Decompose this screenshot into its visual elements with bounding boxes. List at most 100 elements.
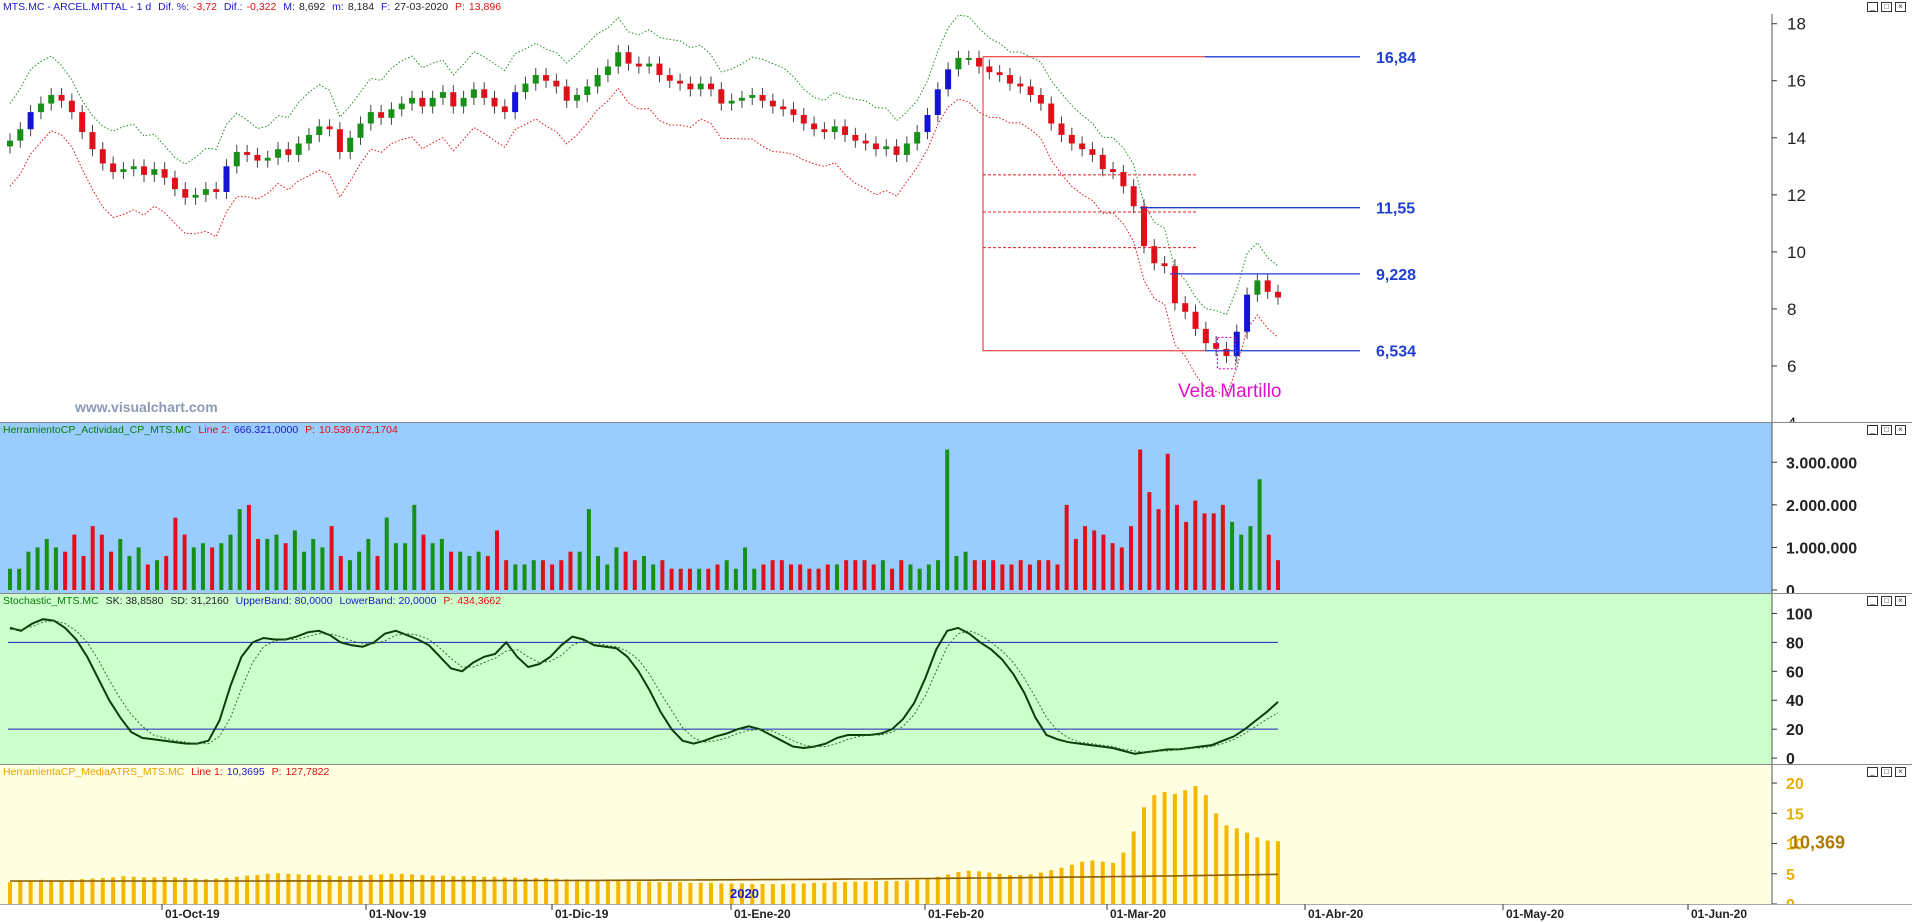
candle-body xyxy=(543,75,550,81)
volume-bar xyxy=(72,534,77,590)
atr-bar xyxy=(595,880,600,904)
atr-pane[interactable]: HerramientaCP_MediaATRS_MTS.MC Line 1: 10… xyxy=(0,765,1912,904)
volume-bar xyxy=(706,568,711,590)
atr-bar xyxy=(69,879,74,904)
volume-bar xyxy=(954,555,959,590)
atr-bar xyxy=(544,877,549,904)
lower-band-line xyxy=(9,87,1279,396)
minimize-icon[interactable]: _ xyxy=(1867,596,1878,606)
maximize-icon[interactable]: □ xyxy=(1881,596,1892,606)
candle-body xyxy=(120,169,127,173)
date-tick-label: 01-Nov-19 xyxy=(369,907,427,921)
minimize-icon[interactable]: _ xyxy=(1867,425,1878,435)
candle-body xyxy=(1079,143,1086,150)
close-icon[interactable]: × xyxy=(1895,596,1906,606)
volume-bar xyxy=(789,564,794,590)
date-tick-label: 01-Mar-20 xyxy=(1110,907,1166,921)
candle-body xyxy=(563,86,570,101)
price-pane[interactable]: MTS.MC - ARCEL.MITTAL - 1 d Dif. %: -3,72… xyxy=(0,0,1912,423)
atr-bar xyxy=(1049,870,1054,904)
atr-bar xyxy=(100,877,105,904)
candle-body xyxy=(1244,294,1251,332)
candle-body xyxy=(800,114,807,124)
atr-bar xyxy=(306,874,311,904)
level-label: 9,228 xyxy=(1376,267,1416,284)
candle-body xyxy=(130,166,137,170)
candle-body xyxy=(1110,169,1117,173)
price-tick-label: 12 xyxy=(1787,186,1806,205)
candle-body xyxy=(914,132,921,144)
atr-bar xyxy=(1234,828,1239,904)
candle-body xyxy=(7,140,13,147)
stoch-tick-label: 60 xyxy=(1786,664,1804,681)
candle-body xyxy=(893,146,900,155)
candle-body xyxy=(1264,280,1271,292)
volume-bar xyxy=(917,568,922,590)
volume-bar xyxy=(1018,560,1023,590)
volume-pane[interactable]: HerramientoCP_Actividad_CP_MTS.MC Line 2… xyxy=(0,423,1912,594)
candle-body xyxy=(656,63,663,76)
atr-bar xyxy=(1131,831,1136,904)
close-icon[interactable]: × xyxy=(1895,425,1906,435)
candle-body xyxy=(378,112,385,118)
atr-bar xyxy=(245,875,250,904)
candle-body xyxy=(625,52,632,64)
price-window-buttons: _ □ × xyxy=(1864,1,1906,12)
minimize-icon[interactable]: _ xyxy=(1867,2,1878,12)
candle-body xyxy=(532,75,539,84)
maximize-icon[interactable]: □ xyxy=(1881,2,1892,12)
atr-bar xyxy=(853,881,858,904)
candle-body xyxy=(1130,186,1137,207)
candle-body xyxy=(481,89,488,98)
atr-chart: 0510152010,3692020 xyxy=(8,765,1912,904)
atr-bar xyxy=(399,873,404,904)
close-icon[interactable]: × xyxy=(1895,2,1906,12)
maximize-icon[interactable]: □ xyxy=(1881,425,1892,435)
minimize-icon[interactable]: _ xyxy=(1867,767,1878,777)
atr-bar xyxy=(410,874,415,904)
volume-bar xyxy=(761,564,766,590)
volume-bar xyxy=(467,555,472,590)
volume-window-buttons: _ □ × xyxy=(1864,424,1906,435)
volume-bar xyxy=(1165,453,1170,590)
volume-bar xyxy=(687,568,692,590)
volume-bar xyxy=(568,551,573,590)
atr-bar xyxy=(667,882,672,904)
candle-body xyxy=(708,83,715,90)
volume-bar xyxy=(642,555,646,590)
level-label: 11,55 xyxy=(1376,201,1415,218)
volume-bar xyxy=(347,560,352,590)
candle-body xyxy=(192,194,199,198)
atr-bar xyxy=(379,874,384,904)
close-icon[interactable]: × xyxy=(1895,767,1906,777)
volume-bar xyxy=(366,538,371,590)
maximize-icon[interactable]: □ xyxy=(1881,767,1892,777)
volume-bar xyxy=(605,564,610,590)
volume-bar xyxy=(1037,560,1042,590)
volume-bar xyxy=(237,509,242,590)
volume-bar xyxy=(1156,509,1161,590)
atr-bar xyxy=(49,880,54,904)
price-tick-label: 14 xyxy=(1787,129,1806,148)
volume-bar xyxy=(1239,534,1244,590)
stochastic-pane[interactable]: Stochastic_MTS.MC SK: 38,8580 SD: 31,216… xyxy=(0,594,1912,765)
volume-bar xyxy=(504,560,509,590)
candle-body xyxy=(357,123,364,138)
volume-bar xyxy=(1202,513,1207,590)
volume-bar xyxy=(403,543,408,590)
volume-bar xyxy=(265,538,270,590)
volume-bar xyxy=(412,504,417,590)
atr-bar xyxy=(1224,825,1229,904)
volume-bar xyxy=(256,538,261,590)
candle-body xyxy=(955,57,962,70)
volume-bar xyxy=(1055,564,1060,590)
candle-body xyxy=(470,89,477,98)
candle-body xyxy=(213,189,220,192)
volume-bar xyxy=(825,564,830,590)
candle-body xyxy=(852,134,859,141)
atr-bar xyxy=(1162,792,1167,904)
volume-bar xyxy=(513,564,518,590)
volume-bar xyxy=(908,564,913,590)
atr-bar xyxy=(214,878,219,904)
atr-bar xyxy=(1090,860,1095,904)
